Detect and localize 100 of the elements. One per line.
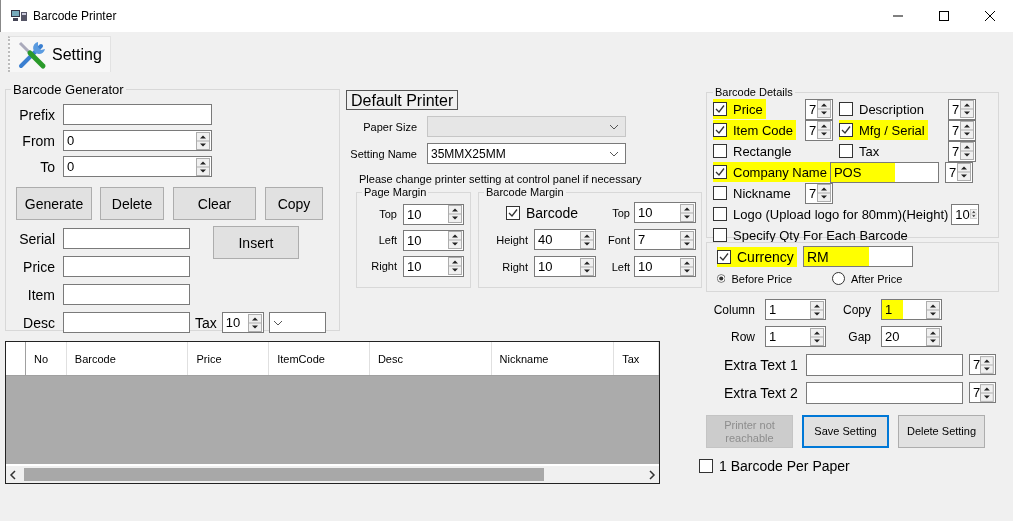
checkbox[interactable]: Nickname — [713, 183, 794, 203]
column-header[interactable]: No — [25, 342, 67, 375]
number-field[interactable]: 7 — [634, 229, 696, 250]
number-field[interactable]: 0 — [63, 156, 212, 177]
checkbox[interactable]: Mfg / Serial — [839, 120, 928, 140]
checkbox[interactable]: Company Name — [713, 162, 830, 182]
action-button[interactable]: Delete — [100, 187, 164, 220]
spin-arrows-icon[interactable] — [960, 100, 974, 118]
number-field[interactable]: 7 — [805, 182, 833, 204]
number-field[interactable]: 10 — [221, 312, 264, 333]
number-field[interactable]: 10 — [403, 203, 464, 225]
number-field[interactable]: 7 — [969, 382, 996, 403]
column-header[interactable]: Barcode — [66, 342, 189, 375]
column-header[interactable]: Tax — [614, 342, 659, 375]
spin-arrows-icon[interactable] — [817, 100, 831, 118]
dropdown[interactable] — [268, 312, 326, 333]
number-field[interactable]: 10 — [634, 202, 696, 223]
setting-button[interactable]: Setting — [8, 36, 111, 72]
spin-arrows-icon[interactable] — [980, 355, 994, 374]
checkbox[interactable]: Barcode — [506, 202, 582, 223]
text-field[interactable]: POS — [829, 161, 939, 183]
text-field[interactable] — [806, 353, 963, 376]
spin-arrows-icon[interactable] — [448, 205, 462, 223]
action-button[interactable]: Delete Setting — [898, 415, 985, 448]
spin-arrows-icon[interactable] — [810, 300, 824, 319]
checkbox-icon[interactable] — [839, 102, 853, 116]
spin-arrows-icon[interactable] — [926, 300, 940, 319]
number-field[interactable]: 10 — [951, 203, 980, 225]
text-field[interactable] — [63, 312, 190, 333]
column-header[interactable]: Price — [188, 342, 270, 375]
spin-arrows-icon[interactable] — [448, 257, 462, 275]
number-field[interactable]: 7 — [805, 119, 833, 141]
column-header[interactable]: Nickname — [491, 342, 615, 375]
number-field[interactable]: 10 — [534, 256, 596, 277]
checkbox[interactable]: Item Code — [713, 120, 796, 140]
number-field[interactable]: 20 — [881, 326, 942, 347]
radio-button[interactable]: Before Price — [717, 272, 792, 285]
number-field[interactable]: 7 — [944, 161, 973, 183]
checkbox[interactable]: 1 Barcode Per Paper — [699, 456, 853, 476]
number-field[interactable]: 10 — [403, 255, 464, 277]
spin-arrows-icon[interactable] — [580, 230, 594, 249]
checkbox-icon[interactable] — [713, 165, 727, 179]
number-field[interactable]: 7 — [969, 354, 996, 375]
checkbox-icon[interactable] — [713, 228, 727, 242]
checkbox-icon[interactable] — [713, 102, 727, 116]
checkbox-icon[interactable] — [506, 205, 520, 220]
number-field[interactable]: 0 — [63, 130, 212, 151]
spin-arrows-icon[interactable] — [196, 157, 210, 176]
dropdown[interactable]: 35MMX25MM — [427, 143, 626, 164]
spin-arrows-icon[interactable] — [817, 121, 831, 139]
spin-arrows-icon[interactable] — [980, 383, 994, 402]
spin-arrows-icon[interactable] — [680, 203, 694, 222]
spin-arrows-icon[interactable] — [196, 131, 210, 150]
checkbox-icon[interactable] — [699, 459, 713, 473]
action-button[interactable]: Copy — [265, 187, 323, 220]
action-button[interactable]: Generate — [16, 187, 92, 220]
checkbox-icon[interactable] — [713, 144, 727, 158]
checkbox-icon[interactable] — [713, 123, 727, 137]
checkbox-icon[interactable] — [839, 144, 853, 158]
spin-arrows-icon[interactable] — [580, 257, 594, 276]
insert-button[interactable]: Insert — [213, 226, 299, 259]
column-header[interactable]: Desc — [369, 342, 492, 375]
checkbox[interactable]: Price — [713, 99, 766, 119]
text-field[interactable] — [63, 256, 190, 277]
column-header[interactable]: ItemCode — [269, 342, 370, 375]
number-field[interactable]: 7 — [805, 98, 833, 120]
number-field[interactable]: 7 — [948, 98, 976, 120]
checkbox-icon[interactable] — [713, 207, 727, 221]
number-field[interactable]: 1 — [765, 326, 826, 347]
text-field[interactable] — [63, 104, 212, 125]
radio-icon[interactable] — [832, 272, 845, 285]
spin-arrows-icon[interactable] — [810, 327, 824, 346]
number-field[interactable]: 7 — [948, 140, 976, 162]
checkbox[interactable]: Tax — [839, 141, 883, 161]
spin-arrows-icon[interactable] — [448, 231, 462, 249]
checkbox-icon[interactable] — [717, 249, 731, 264]
spin-arrows-icon[interactable] — [247, 313, 262, 332]
spin-arrows-icon[interactable] — [960, 121, 974, 139]
text-field[interactable] — [63, 284, 190, 305]
checkbox[interactable]: Description — [839, 99, 928, 119]
spin-arrows-icon[interactable] — [956, 163, 971, 181]
spin-arrows-icon[interactable] — [680, 257, 694, 276]
number-field[interactable]: 10 — [403, 229, 464, 251]
number-field[interactable]: 10 — [634, 256, 696, 277]
text-field[interactable] — [63, 228, 190, 249]
radio-button[interactable]: After Price — [832, 272, 922, 285]
radio-icon[interactable] — [717, 272, 726, 285]
checkbox-icon[interactable] — [713, 186, 727, 200]
text-field[interactable] — [806, 381, 963, 404]
number-field[interactable]: 7 — [948, 119, 976, 141]
checkbox-icon[interactable] — [839, 123, 853, 137]
number-field[interactable]: 1 — [881, 299, 942, 320]
checkbox[interactable]: Rectangle — [713, 141, 795, 161]
checkbox[interactable]: Currency — [717, 246, 797, 267]
spin-arrows-icon[interactable] — [926, 327, 940, 346]
text-field[interactable]: RM — [803, 246, 913, 267]
number-field[interactable]: 40 — [534, 229, 596, 250]
spin-arrows-icon[interactable] — [817, 184, 831, 202]
spin-arrows-icon[interactable] — [680, 230, 694, 249]
action-button[interactable]: Clear — [173, 187, 256, 220]
